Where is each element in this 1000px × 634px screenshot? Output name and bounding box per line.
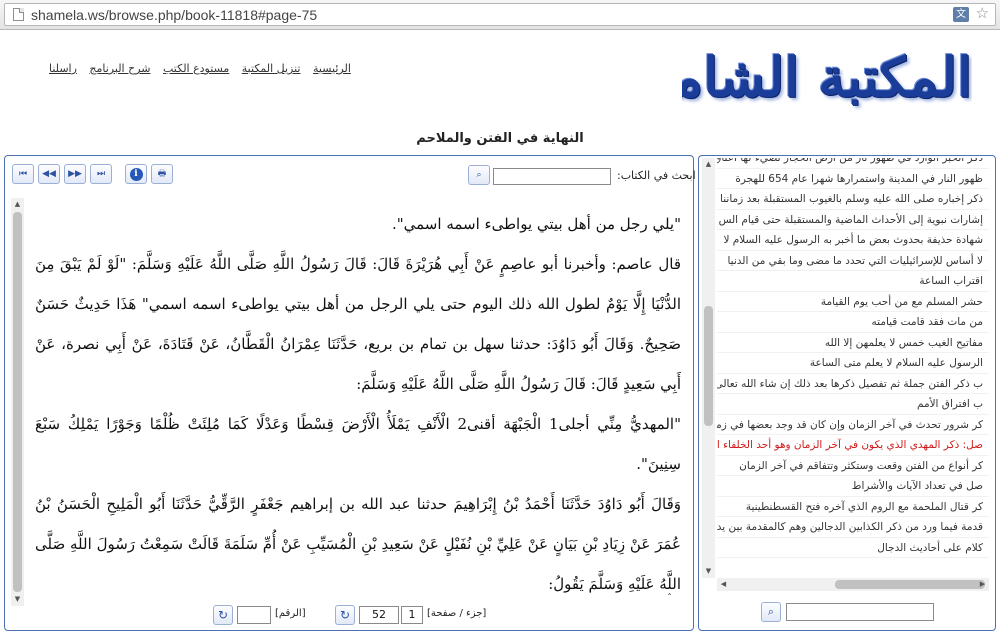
book-title: النهاية في الفتن والملاحم (416, 131, 584, 146)
toc-panel: ▲ ▼ ذكر الخبر الوارد في ظهور نار من أرض … (698, 155, 996, 631)
translate-icon[interactable]: 文 (953, 7, 969, 22)
nav-home[interactable]: الرئيسية (313, 62, 351, 75)
text-paragraph: وَقَالَ أَبُو دَاوُدَ حَدَّثَنَا أَحْمَد… (35, 495, 681, 593)
toc-item[interactable]: اقتراب الساعة (717, 271, 989, 292)
page-input[interactable]: 52 (359, 606, 399, 624)
nav-guide[interactable]: شرح البرنامج (89, 62, 150, 75)
toc-item[interactable]: كلام على أحاديث الدجال (717, 538, 989, 558)
scroll-right-arrow[interactable]: ▶ (976, 578, 989, 591)
site-logo[interactable]: المكتبة الشاملة (682, 34, 972, 120)
star-icon[interactable]: ☆ (976, 4, 989, 22)
toc-item[interactable]: صل: ذكر المهدي الذي يكون في آخر الزمان و… (717, 435, 989, 456)
toc-item[interactable]: من مات فقد قامت قيامته (717, 312, 989, 333)
info-button[interactable]: i (125, 164, 147, 184)
scroll-thumb[interactable] (835, 580, 985, 589)
toc-item[interactable]: ذكر إخباره صلى الله عليه وسلم بالغيوب ال… (717, 189, 989, 210)
toc-item[interactable]: صل في تعداد الآيات والأشراط (717, 476, 989, 497)
part-page-label: [جزء / صفحة] (427, 608, 487, 619)
last-page-button[interactable]: ⏭ (90, 164, 112, 184)
toc-item[interactable]: شهادة حذيفة بحدوث بعض ما أخبر به الرسول … (717, 230, 989, 251)
top-navigation: الرئيسية تنزيل المكتبة مستودع الكتب شرح … (40, 62, 351, 75)
toc-item[interactable]: مفاتيح الغيب خمس لا يعلمهن إلا الله (717, 333, 989, 353)
prev-page-button[interactable]: ◀◀ (38, 164, 60, 184)
address-url[interactable]: shamela.ws/browse.php/book-11818#page-75 (31, 7, 317, 23)
book-search-button[interactable]: ⌕ (468, 165, 490, 185)
toc-search-button[interactable]: ⌕ (761, 602, 781, 622)
toc-horizontal-scrollbar[interactable]: ◀ ▶ (717, 578, 989, 591)
scroll-down-arrow[interactable]: ▼ (11, 593, 24, 606)
go-page-button[interactable]: ↻ (335, 605, 355, 625)
search-icon: ⌕ (476, 170, 482, 180)
nav-repository[interactable]: مستودع الكتب (163, 62, 229, 75)
page-icon (13, 8, 24, 21)
scroll-up-arrow[interactable]: ▲ (702, 158, 715, 171)
scroll-down-arrow[interactable]: ▼ (702, 565, 715, 578)
text-paragraph: "يلي رجل من أهل بيتي يواطىء اسمه اسمي". (391, 215, 681, 233)
toc-item[interactable]: الرسول عليه السلام لا يعلم متى الساعة (717, 353, 989, 374)
print-button[interactable]: 🖶 (151, 164, 173, 184)
refresh-icon: ↻ (339, 608, 351, 622)
toc-item[interactable]: إشارات نبوية إلى الأحداث الماضية والمستق… (717, 210, 989, 230)
toc-item[interactable]: ذكر الخبر الوارد في ظهور نار من أرض الحج… (717, 158, 989, 169)
continuation-mark: ˆ (667, 593, 672, 604)
nav-download[interactable]: تنزيل المكتبة (242, 62, 301, 75)
toc-item[interactable]: ب ذكر الفتن جملة ثم تفصيل ذكرها بعد ذلك … (717, 374, 989, 394)
toc-item[interactable]: لا أساس للإسرائيليات التي تحدد ما مضى وم… (717, 251, 989, 271)
scroll-left-arrow[interactable]: ◀ (717, 578, 730, 591)
next-page-button[interactable]: ▶▶ (64, 164, 86, 184)
book-text: "يلي رجل من أهل بيتي يواطىء اسمه اسمي". … (31, 198, 689, 608)
go-number-button[interactable]: ↻ (213, 605, 233, 625)
scroll-thumb[interactable] (704, 306, 713, 426)
content-scrollbar[interactable]: ▲ ▼ (11, 198, 24, 606)
browser-toolbar: shamela.ws/browse.php/book-11818#page-75… (0, 0, 1000, 30)
address-bar[interactable]: shamela.ws/browse.php/book-11818#page-75… (4, 3, 996, 26)
print-icon: 🖶 (157, 169, 167, 179)
toc-scrollbar[interactable]: ▲ ▼ (702, 158, 715, 578)
toc-item[interactable]: كر شرور تحدث في آخر الزمان وإن كان قد وج… (717, 415, 989, 435)
number-input[interactable] (237, 606, 271, 624)
text-paragraph: قال عاصم: وأخبرنا أبو عاصِمٍ عَنْ أَبِي … (35, 255, 681, 393)
toc-item[interactable]: كر قتال الملحمة مع الروم الذي آخره فتح ا… (717, 497, 989, 517)
scroll-thumb[interactable] (13, 212, 22, 592)
text-paragraph: "المهديُّ مِنِّي أجلى1 الْجَبْهَة أقنى2 … (35, 415, 681, 473)
nav-contact[interactable]: راسلنا (49, 62, 77, 75)
info-icon: i (129, 168, 143, 181)
book-search-label: ابحث في الكتاب: (617, 169, 696, 182)
toc-item[interactable]: كر أنواع من الفتن وقعت وستكثر وتتفاقم في… (717, 456, 989, 476)
scroll-up-arrow[interactable]: ▲ (11, 198, 24, 211)
toc-list: ذكر الخبر الوارد في ظهور نار من أرض الحج… (717, 158, 989, 580)
toc-item[interactable]: ب افتراق الأمم (717, 394, 989, 415)
toc-search-input[interactable] (786, 603, 934, 621)
refresh-icon: ↻ (217, 608, 229, 622)
reading-panel: ⏮ ◀◀ ▶▶ ⏭ i 🖶 ⌕ ابحث في الكتاب: ▲ ▼ "يلي… (4, 155, 696, 631)
toc-item[interactable]: ظهور النار في المدينة واستمرارها شهرا عا… (717, 169, 989, 189)
number-label: [الرقم] (275, 608, 306, 619)
toc-item[interactable]: حشر المسلم مع من أحب يوم القيامة (717, 292, 989, 312)
book-search-input[interactable] (493, 168, 611, 185)
first-page-button[interactable]: ⏮ (12, 164, 34, 184)
toc-item[interactable]: قدمة فيما ورد من ذكر الكذابين الدجالين و… (717, 517, 989, 538)
part-input[interactable]: 1 (401, 606, 423, 624)
search-icon: ⌕ (767, 605, 775, 618)
